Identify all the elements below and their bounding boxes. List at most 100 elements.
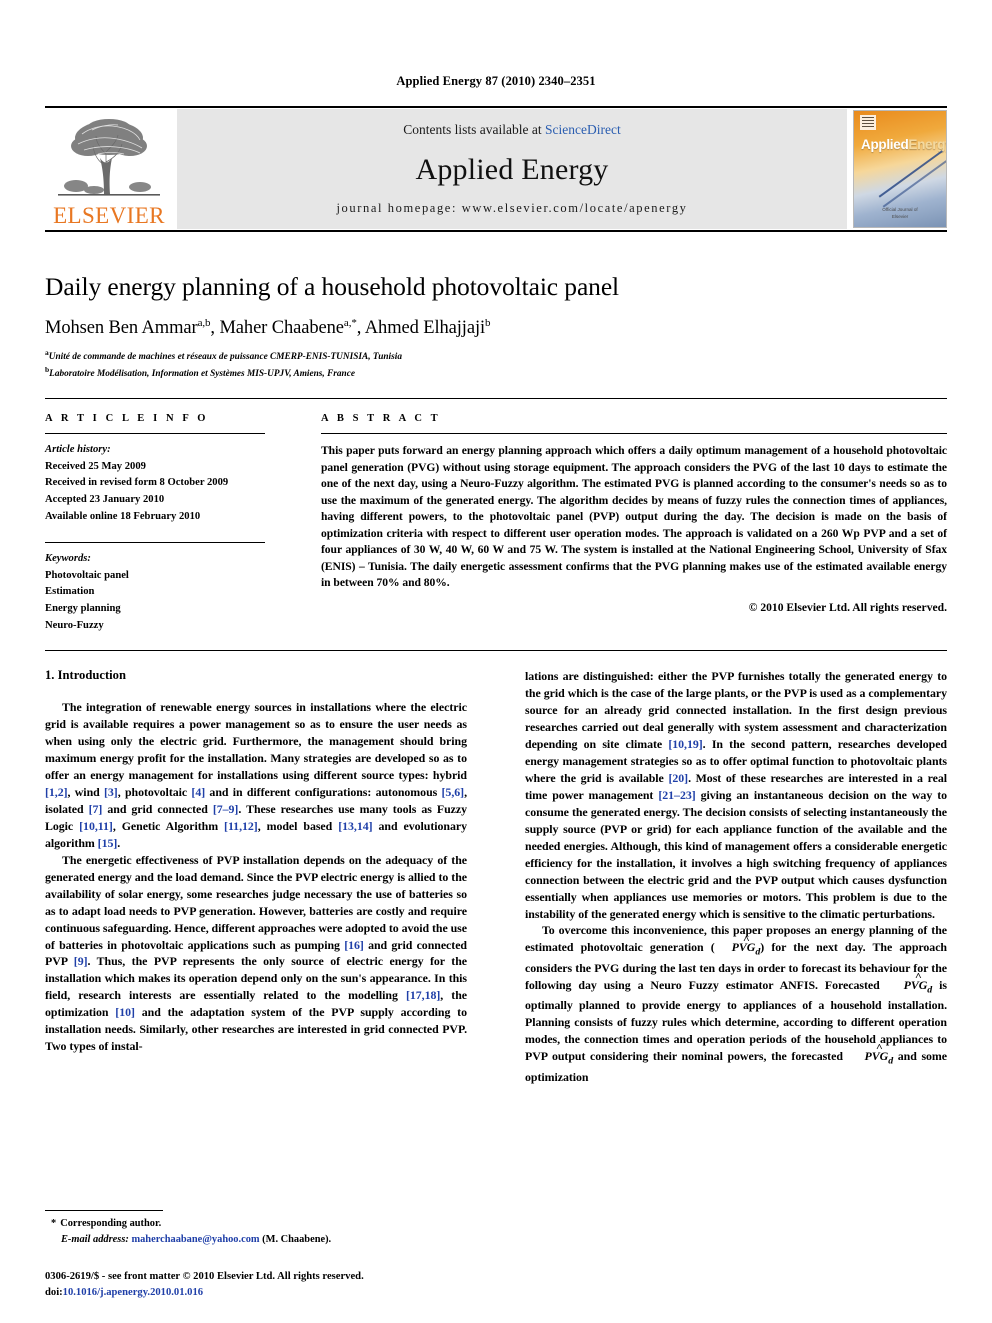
corresponding-author-note: * Corresponding author.	[45, 1216, 467, 1232]
email-suffix: (M. Chaabene).	[262, 1233, 332, 1245]
citation-ref[interactable]: [10,11]	[79, 819, 113, 833]
paper-page: Applied Energy 87 (2010) 2340–2351 ELSEV…	[0, 0, 992, 1323]
citation-ref[interactable]: [5,6]	[442, 785, 465, 799]
citation-ref[interactable]: [17,18]	[406, 988, 440, 1002]
citation-ref[interactable]: [21–23]	[658, 788, 695, 802]
article-info-column: A R T I C L E I N F O Article history: R…	[45, 413, 283, 634]
pvg-symbol-sub: d	[755, 946, 761, 958]
pvg-hat-symbol: PVGd	[848, 1048, 894, 1069]
pvg-symbol-pv: PV	[864, 1049, 880, 1064]
paragraph-left-1: The integration of renewable energy sour…	[45, 699, 467, 852]
article-info-heading: A R T I C L E I N F O	[45, 413, 209, 425]
cover-footer-text: Official Journal of Elsevier	[882, 207, 918, 220]
paragraph-right-2: To overcome this inconvenience, this pap…	[525, 922, 947, 1085]
history-item: Received in revised form 8 October 2009	[45, 477, 229, 489]
pvg-hat-symbol: PVGd	[887, 977, 933, 998]
masthead-center: Contents lists available at ScienceDirec…	[177, 109, 847, 229]
email-label: E-mail address:	[61, 1233, 129, 1245]
issn-doi-block: 0306-2619/$ - see front matter © 2010 El…	[45, 1269, 467, 1301]
info-abstract-section: A R T I C L E I N F O Article history: R…	[45, 399, 947, 634]
pvg-symbol-g: G	[879, 1049, 889, 1064]
text-run: , model based	[257, 818, 339, 833]
pvg-symbol-sub: d	[927, 984, 933, 996]
page-title: Daily energy planning of a household pho…	[45, 272, 620, 301]
affiliation-a-text: Unité de commande de machines et réseaux…	[48, 352, 402, 363]
author-3: , Ahmed Elhajjaji	[356, 318, 486, 339]
citation-ref[interactable]: [13,14]	[338, 819, 372, 833]
body-left-column: 1. Introduction The integration of renew…	[45, 668, 467, 1086]
citation-ref[interactable]: [3]	[104, 785, 118, 799]
elsevier-logo: ELSEVIER	[45, 109, 173, 229]
journal-title: Applied Energy	[415, 152, 609, 186]
elsevier-wordmark: ELSEVIER	[53, 203, 165, 228]
author-3-affil-marker: b	[485, 317, 491, 330]
footnote-separator-rule	[45, 1210, 163, 1211]
doi-label: doi:	[45, 1287, 63, 1299]
pvg-hat-symbol: PVGd	[715, 939, 761, 960]
title-block: Daily energy planning of a household pho…	[45, 232, 947, 381]
citation-ref[interactable]: [10]	[115, 1005, 135, 1019]
issn-line: 0306-2619/$ - see front matter © 2010 El…	[45, 1271, 364, 1283]
pvg-symbol-pv: PV	[903, 977, 919, 992]
keywords-heading: Keywords:	[45, 553, 91, 565]
keyword-item: Photovoltaic panel	[45, 569, 129, 581]
text-run: , photovoltaic	[117, 784, 192, 799]
email-link[interactable]: maherchaabane@yahoo.com	[131, 1234, 259, 1245]
cover-title-applied: Applied	[861, 137, 909, 152]
citation-ref[interactable]: [20]	[668, 771, 688, 785]
author-1-affil-marker: a,b	[197, 317, 211, 330]
paragraph-right-1: lations are distinguished: either the PV…	[525, 668, 947, 922]
text-run: , Genetic Algorithm	[112, 818, 225, 833]
pvg-symbol-pv: PV	[731, 940, 747, 955]
abstract-text: This paper puts forward an energy planni…	[321, 444, 947, 589]
citation-ref[interactable]: [1,2]	[45, 785, 68, 799]
text-run: . Thus, the PVP represents the only sour…	[45, 954, 467, 1003]
history-item: Accepted 23 January 2010	[45, 494, 165, 506]
citation-ref[interactable]: [9]	[74, 954, 88, 968]
doi-link[interactable]: 10.1016/j.apenergy.2010.01.016	[63, 1287, 203, 1298]
citation-ref[interactable]: [4]	[191, 785, 205, 799]
cover-title: AppliedEnergy	[861, 137, 946, 152]
masthead-top-rule	[45, 106, 947, 108]
section-heading-introduction: 1. Introduction	[45, 668, 126, 683]
text-run: and in different configurations: autonom…	[205, 784, 442, 799]
affiliation-list: aUnité de commande de machines et réseau…	[45, 348, 947, 381]
keyword-item: Neuro-Fuzzy	[45, 619, 104, 631]
corresponding-author-marker: *	[51, 1218, 57, 1229]
text-run: giving an instantaneous decision on the …	[525, 787, 948, 921]
doi-line: doi:10.1016/j.apenergy.2010.01.016	[45, 1285, 467, 1301]
citation-ref[interactable]: [7–9]	[213, 802, 239, 816]
elsevier-tree-icon	[54, 114, 164, 202]
abstract-column: A B S T R A C T This paper puts forward …	[283, 413, 947, 634]
pvg-symbol-sub: d	[888, 1055, 894, 1067]
citation-ref[interactable]: [7]	[89, 802, 103, 816]
pvg-symbol-g: G	[918, 977, 928, 992]
body-right-column: lations are distinguished: either the PV…	[525, 668, 947, 1086]
author-1: Mohsen Ben Ammar	[45, 318, 198, 339]
running-head: Applied Energy 87 (2010) 2340–2351	[396, 74, 596, 88]
cover-elsevier-mark-icon	[860, 115, 876, 130]
citation-ref[interactable]: [10,19]	[668, 737, 702, 751]
text-run: The integration of renewable energy sour…	[45, 700, 467, 782]
email-note: E-mail address: maherchaabane@yahoo.com …	[45, 1232, 467, 1248]
author-list: Mohsen Ben Ammara,b, Maher Chaabenea,*, …	[45, 317, 947, 339]
author-2: , Maher Chaabene	[210, 318, 344, 339]
keywords-rule	[45, 542, 265, 544]
history-item: Received 25 May 2009	[45, 460, 146, 472]
text-run: , wind	[67, 784, 104, 799]
affiliation-a: aUnité de commande de machines et réseau…	[45, 348, 947, 365]
contents-prefix: Contents lists available at	[403, 122, 545, 137]
citation-ref[interactable]: [15]	[98, 836, 118, 850]
citation-ref[interactable]: [16]	[344, 938, 364, 952]
sciencedirect-link[interactable]: ScienceDirect	[545, 122, 621, 137]
keyword-item: Estimation	[45, 586, 95, 598]
keyword-item: Energy planning	[45, 602, 121, 614]
journal-cover-thumbnail: AppliedEnergy Official Journal ofElsevie…	[853, 110, 947, 228]
corresponding-author-text: Corresponding author.	[60, 1218, 162, 1229]
journal-masthead: ELSEVIER Contents lists available at Sci…	[45, 109, 947, 229]
citation-ref[interactable]: [11,12]	[224, 819, 258, 833]
paragraph-left-2: The energetic effectiveness of PVP insta…	[45, 852, 467, 1055]
article-info-rule	[45, 433, 265, 435]
journal-homepage-link[interactable]: journal homepage: www.elsevier.com/locat…	[336, 201, 687, 216]
affiliation-b-text: Laboratoire Modélisation, Information et…	[49, 368, 355, 379]
